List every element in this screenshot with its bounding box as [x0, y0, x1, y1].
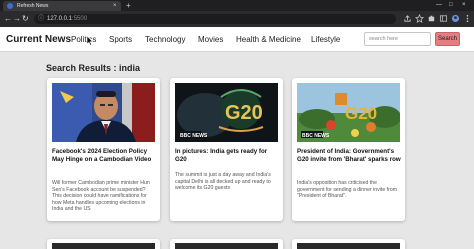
news-card[interactable]: G20 BBC NEWS In pictures: India gets rea…: [170, 78, 283, 221]
news-card-title[interactable]: In pictures: India gets ready for G20: [175, 148, 279, 164]
favicon-icon: [7, 3, 13, 9]
bbc-news-logo: BBC NEWS: [180, 133, 208, 139]
news-image: [175, 243, 278, 249]
news-image: [52, 83, 155, 142]
news-card-description: India's opposition has criticised the go…: [297, 180, 398, 200]
news-card-description: Will former Cambodian prime minister Hun…: [52, 180, 150, 213]
news-image: G20 BBC NEWS: [297, 83, 400, 142]
mouse-cursor-icon: [86, 36, 94, 46]
news-image: G20 BBC NEWS: [175, 83, 278, 142]
bbc-news-logo: BBC NEWS: [302, 133, 330, 139]
search-input[interactable]: [364, 32, 431, 46]
g20-image-text: G20: [225, 102, 263, 124]
nav-health-medicine[interactable]: Health & Medicine: [236, 34, 301, 45]
maximize-icon[interactable]: □: [449, 0, 453, 10]
forward-icon[interactable]: →: [13, 14, 21, 24]
search-results-heading: Search Results : india: [46, 63, 141, 73]
nav-sports[interactable]: Sports: [109, 34, 132, 45]
site-logo[interactable]: Current News: [6, 33, 71, 46]
site-header: Current News Politics Sports Technology …: [0, 27, 474, 52]
news-card[interactable]: G20 BBC NEWS President of India: Governm…: [292, 78, 405, 221]
site-info-icon[interactable]: ⓘ: [38, 14, 44, 24]
news-card[interactable]: [170, 239, 283, 249]
news-card[interactable]: [47, 239, 160, 249]
url-text: 127.0.0.1:5500: [47, 16, 88, 22]
profile-icon[interactable]: [451, 14, 460, 23]
menu-icon[interactable]: [463, 14, 472, 23]
search-button[interactable]: Search: [435, 32, 460, 46]
bookmark-star-icon[interactable]: [415, 14, 424, 23]
nav-movies[interactable]: Movies: [198, 34, 223, 45]
window-close-icon[interactable]: ×: [462, 0, 466, 10]
new-tab-icon[interactable]: +: [126, 1, 131, 10]
minimize-icon[interactable]: —: [436, 0, 442, 10]
nav-technology[interactable]: Technology: [145, 34, 185, 45]
news-card-title[interactable]: President of India: Government's G20 inv…: [297, 148, 401, 164]
browser-tab[interactable]: Refresh News ×: [3, 1, 121, 11]
news-image: [297, 243, 400, 249]
back-icon[interactable]: ←: [4, 14, 12, 24]
tab-title: Refresh News: [17, 3, 49, 9]
nav-lifestyle[interactable]: Lifestyle: [311, 34, 340, 45]
browser-tab-bar: Refresh News × + — □ ×: [0, 0, 474, 11]
news-card-title[interactable]: Facebook's 2024 Election Policy May Hing…: [52, 148, 156, 164]
extensions-icon[interactable]: [427, 14, 436, 23]
reload-icon[interactable]: ↻: [22, 14, 29, 24]
news-card[interactable]: [292, 239, 405, 249]
sidebar-icon[interactable]: [439, 14, 448, 23]
g20-image-text: G20: [345, 104, 377, 123]
address-bar[interactable]: ⓘ 127.0.0.1:5500: [34, 14, 396, 24]
news-card[interactable]: Facebook's 2024 Election Policy May Hing…: [47, 78, 160, 221]
share-icon[interactable]: [403, 14, 412, 23]
browser-toolbar: ← → ↻ ⓘ 127.0.0.1:5500: [0, 11, 474, 27]
tab-close-icon[interactable]: ×: [113, 2, 117, 10]
news-image: [52, 243, 155, 249]
news-card-description: The summit is just a day away and India'…: [175, 172, 271, 192]
